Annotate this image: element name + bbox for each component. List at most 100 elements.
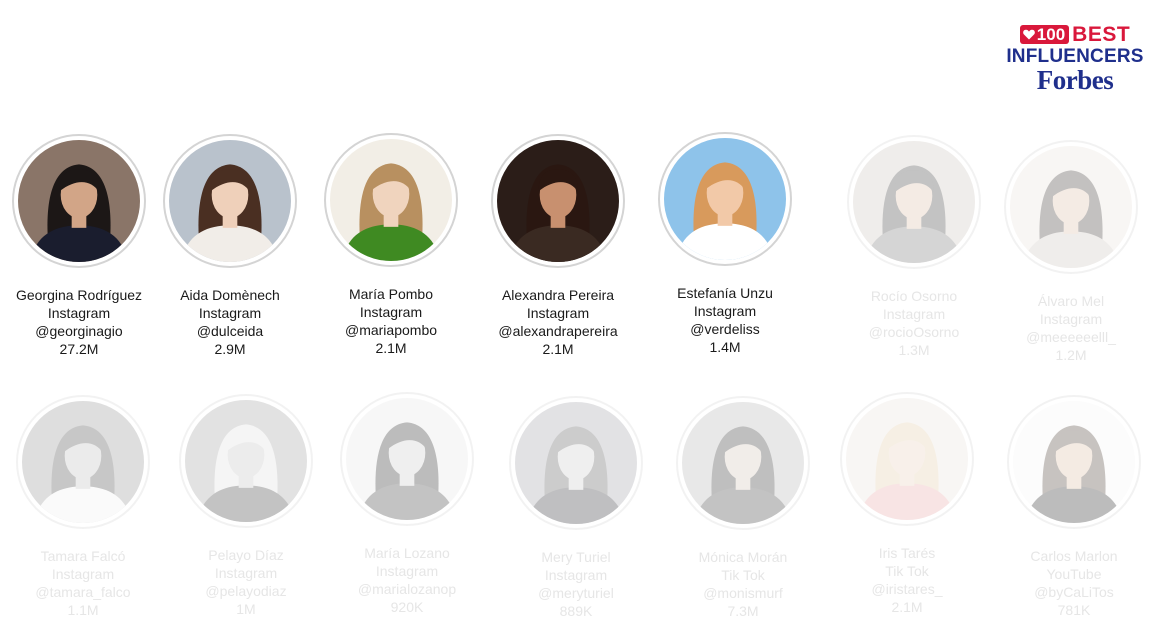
portrait-image (682, 402, 804, 524)
portrait-image (169, 140, 291, 262)
forbes-100-best-influencers-logo: 100 BEST INFLUENCERS Forbes (1000, 24, 1150, 94)
influencer-avatar (676, 396, 810, 530)
influencer-followers: 1.2M (1055, 347, 1087, 363)
influencer-platform: Instagram (544, 567, 608, 583)
portrait-image (853, 141, 975, 263)
influencer-handle: @meeeeeelll_ (1026, 329, 1116, 345)
influencer-platform: Instagram (375, 563, 439, 579)
influencer-followers: 2.1M (891, 599, 923, 615)
influencer-name: Aida Domènech (180, 287, 280, 303)
influencer-card: Iris Tarés Tik Tok @iristares_ 2.1M (827, 392, 987, 616)
influencer-handle: @iristares_ (871, 581, 943, 597)
influencer-avatar (179, 394, 313, 528)
portrait-image (22, 401, 144, 523)
influencer-followers: 7.3M (727, 603, 759, 619)
influencer-name: Iris Tarés (878, 545, 936, 561)
influencer-platform: Instagram (47, 305, 111, 321)
influencer-card: Mónica Morán Tik Tok @monismurf 7.3M (663, 396, 823, 620)
influencer-handle: @monismurf (703, 585, 783, 601)
influencer-handle: @meryturiel (538, 585, 614, 601)
influencer-name: María Lozano (364, 545, 450, 561)
influencer-avatar (12, 134, 146, 268)
influencer-handle: @marialozanop (357, 581, 457, 597)
influencer-card: Álvaro Mel Instagram @meeeeeelll_ 1.2M (991, 140, 1151, 364)
portrait-image (346, 398, 468, 520)
influencer-card: Aida Domènech Instagram @dulceida 2.9M (150, 134, 310, 358)
influencer-name: Carlos Marlon (1030, 548, 1118, 564)
portrait-image (1010, 146, 1132, 268)
influencer-name: Rocío Osorno (870, 288, 958, 304)
influencer-card: Alexandra Pereira Instagram @alexandrapere… (478, 134, 638, 358)
influencer-followers: 781K (1057, 602, 1091, 618)
influencer-handle: @dulceida (196, 323, 264, 339)
influencer-platform: Tik Tok (885, 563, 929, 579)
logo-influencers-text: INFLUENCERS (1006, 46, 1144, 67)
influencer-avatar (16, 395, 150, 529)
influencer-followers: 1.1M (67, 602, 99, 618)
influencer-card: Georgina Rodríguez Instagram @georginagio 2… (0, 134, 159, 358)
influencer-avatar (1007, 395, 1141, 529)
influencer-name: Mónica Morán (698, 549, 788, 565)
portrait-image (497, 140, 619, 262)
portrait-image (185, 400, 307, 522)
influencer-followers: 1.4M (709, 339, 741, 355)
heart-badge: 100 (1019, 25, 1070, 44)
influencer-card: Carlos Marlon YouTube @byCaLiTos 781K (994, 395, 1153, 619)
logo-brand-text: Forbes (1036, 65, 1114, 95)
influencer-handle: @alexandrapereira (498, 323, 618, 339)
influencer-handle: @verdeliss (690, 321, 760, 337)
influencer-followers: 2.1M (375, 340, 407, 356)
influencer-platform: Instagram (51, 566, 115, 582)
influencer-handle: @pelayodiaz (205, 583, 287, 599)
influencer-followers: 1M (236, 601, 256, 617)
portrait-image (1013, 401, 1135, 523)
influencer-name: Álvaro Mel (1037, 293, 1105, 309)
influencer-followers: 27.2M (59, 341, 99, 357)
influencer-name: María Pombo (348, 286, 434, 302)
influencer-followers: 920K (390, 599, 424, 615)
influencer-platform: Instagram (359, 304, 423, 320)
influencer-avatar (658, 132, 792, 266)
influencer-name: Mery Turiel (541, 549, 611, 565)
influencer-name: Estefanía Unzu (677, 285, 773, 301)
influencer-platform: Instagram (526, 305, 590, 321)
influencer-card: María Pombo Instagram @mariapombo 2.1M (311, 133, 471, 357)
influencer-name: Alexandra Pereira (501, 287, 615, 303)
logo-count: 100 (1036, 25, 1066, 44)
influencer-platform: Instagram (214, 565, 278, 581)
influencer-followers: 1.3M (898, 342, 930, 358)
influencer-followers: 2.1M (542, 341, 574, 357)
influencer-card: Estefanía Unzu Instagram @verdeliss 1.4M (645, 132, 805, 356)
influencer-card: Mery Turiel Instagram @meryturiel 889K (496, 396, 656, 620)
influencer-avatar (324, 133, 458, 267)
influencer-platform: Tik Tok (721, 567, 765, 583)
influencer-avatar (847, 135, 981, 269)
influencer-avatar (163, 134, 297, 268)
influencer-avatar (340, 392, 474, 526)
influencer-name: Georgina Rodríguez (15, 287, 143, 303)
influencer-card: Pelayo Díaz Instagram @pelayodiaz 1M (166, 394, 326, 618)
influencer-platform: Instagram (693, 303, 757, 319)
logo-best-text: BEST (1072, 23, 1131, 46)
heart-icon (1022, 29, 1035, 40)
influencer-card: María Lozano Instagram @marialozanop 920K (327, 392, 487, 616)
portrait-image (846, 398, 968, 520)
influencer-platform: Instagram (1039, 311, 1103, 327)
portrait-image (18, 140, 140, 262)
influencer-followers: 889K (559, 603, 593, 619)
influencer-followers: 2.9M (214, 341, 246, 357)
influencer-platform: YouTube (1046, 566, 1102, 582)
influencer-avatar (1004, 140, 1138, 274)
portrait-image (664, 138, 786, 260)
influencer-avatar (491, 134, 625, 268)
influencer-handle: @mariapombo (344, 322, 438, 338)
influencer-avatar (840, 392, 974, 526)
influencer-platform: Instagram (882, 306, 946, 322)
influencer-handle: @byCaLiTos (1034, 584, 1114, 600)
influencer-name: Tamara Falcó (40, 548, 126, 564)
influencer-handle: @georginagio (35, 323, 123, 339)
influencer-card: Tamara Falcó Instagram @tamara_falco 1.1M (3, 395, 163, 619)
influencer-card: Rocío Osorno Instagram @rocioOsorno 1.3M (834, 135, 994, 359)
portrait-image (330, 139, 452, 261)
influencer-platform: Instagram (198, 305, 262, 321)
